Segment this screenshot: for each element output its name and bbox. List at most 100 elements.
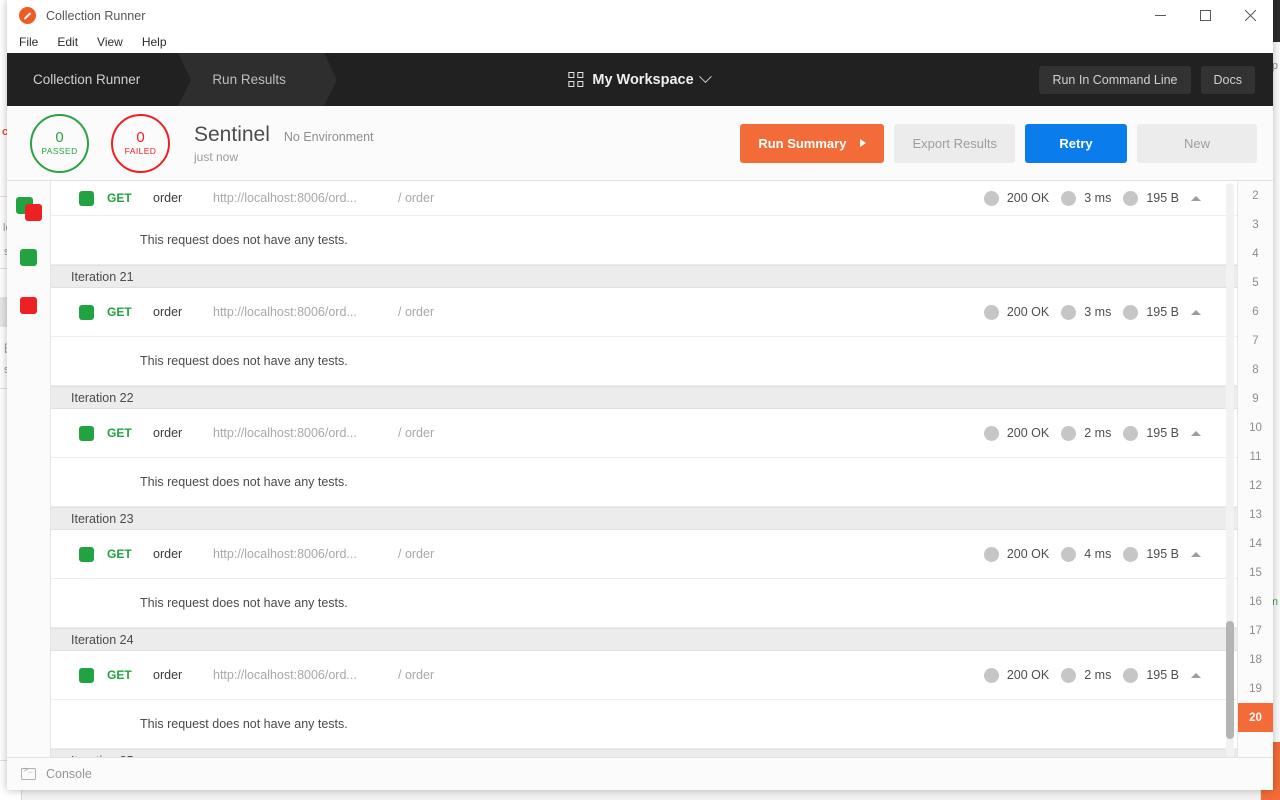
iteration-index-5[interactable]: 5	[1238, 268, 1273, 297]
body-area: GET order http://localhost:8006/ord... / or…	[7, 181, 1273, 757]
response-size: 195 B	[1123, 425, 1179, 441]
chevron-up-icon[interactable]	[1191, 309, 1201, 315]
red-square-icon	[20, 296, 37, 314]
table-row[interactable]: GET order http://localhost:8006/ord... / or…	[51, 288, 1237, 337]
window-controls	[1138, 0, 1273, 31]
retry-button[interactable]: Retry	[1025, 123, 1127, 163]
workspace-selector[interactable]: My Workspace	[568, 70, 713, 88]
iteration-index-17[interactable]: 17	[1238, 616, 1273, 645]
failed-count: 0	[136, 128, 145, 146]
chevron-up-icon[interactable]	[1191, 430, 1201, 436]
terminal-icon	[21, 767, 36, 780]
request-url: http://localhost:8006/ord...	[213, 426, 357, 440]
iteration-index-rail[interactable]: 2 3 4 5 6 7 8 9 10 11 12 13 14 15 16 17 18 19 20	[1237, 181, 1273, 757]
iteration-index-16[interactable]: 16	[1238, 587, 1273, 616]
table-row[interactable]: GET order http://localhost:8006/ord... / or…	[51, 651, 1237, 700]
iteration-index-11[interactable]: 11	[1238, 442, 1273, 471]
green-square-icon	[20, 248, 37, 266]
iteration-index-18[interactable]: 18	[1238, 645, 1273, 674]
failed-filter[interactable]	[7, 281, 50, 329]
time-dot-icon	[1061, 304, 1077, 320]
size-dot-icon	[1123, 546, 1139, 562]
request-path: / order	[398, 547, 435, 561]
status-dot-icon	[983, 425, 999, 441]
no-tests-message: This request does not have any tests.	[51, 579, 1237, 628]
iteration-index-14[interactable]: 14	[1238, 529, 1273, 558]
passed-count: 0	[55, 128, 64, 146]
chevron-up-icon[interactable]	[1191, 551, 1201, 557]
new-button[interactable]: New	[1137, 123, 1257, 163]
scrollbar-thumb[interactable]	[1226, 621, 1234, 739]
console-bar[interactable]: Console	[7, 757, 1273, 790]
response-time-text: 2 ms	[1084, 668, 1112, 682]
iteration-index-9[interactable]: 9	[1238, 384, 1273, 413]
export-results-button[interactable]: Export Results	[894, 123, 1015, 163]
status-dot-icon	[983, 546, 999, 562]
request-method: GET	[107, 426, 132, 440]
response-status: 200 OK	[983, 667, 1050, 683]
all-filter[interactable]	[7, 185, 50, 233]
size-dot-icon	[1123, 190, 1139, 206]
iteration-index-8[interactable]: 8	[1238, 355, 1273, 384]
header-actions: Run In Command Line Docs	[1039, 65, 1273, 94]
run-summary-button[interactable]: Run Summary	[740, 123, 885, 163]
time-dot-icon	[1061, 546, 1077, 562]
response-status-text: 200 OK	[1006, 191, 1050, 205]
menu-help[interactable]: Help	[142, 35, 167, 49]
request-stats: 200 OK 4 ms 195 B	[983, 546, 1237, 562]
response-size-text: 195 B	[1146, 305, 1179, 319]
menu-view[interactable]: View	[97, 35, 123, 49]
response-size-text: 195 B	[1146, 547, 1179, 561]
iteration-index-20[interactable]: 20	[1238, 703, 1273, 732]
iteration-index-3[interactable]: 3	[1238, 210, 1273, 239]
iteration-index-4[interactable]: 4	[1238, 239, 1273, 268]
iteration-index-6[interactable]: 6	[1238, 297, 1273, 326]
maximize-icon[interactable]	[1183, 0, 1228, 31]
breadcrumb-collection-runner[interactable]: Collection Runner	[7, 53, 192, 106]
chevron-up-icon[interactable]	[1191, 195, 1201, 201]
request-name: order	[153, 305, 183, 319]
results-list[interactable]: GET order http://localhost:8006/ord... / or…	[51, 181, 1237, 757]
grid-icon	[568, 72, 584, 87]
close-icon[interactable]	[1228, 0, 1273, 31]
docs-button[interactable]: Docs	[1200, 65, 1255, 94]
status-badge	[79, 546, 94, 562]
run-meta: Sentinel No Environment just now	[194, 123, 374, 164]
table-row[interactable]: GET order http://localhost:8006/ord... / or…	[51, 409, 1237, 458]
response-status: 200 OK	[983, 546, 1049, 562]
run-summary-bar: 0 PASSED 0 FAILED Sentinel No Environmen…	[7, 106, 1273, 181]
iteration-index-13[interactable]: 13	[1238, 500, 1273, 529]
results-scrollbar[interactable]	[1226, 183, 1234, 757]
request-url: http://localhost:8006/ord...	[213, 305, 357, 319]
iteration-index-2[interactable]: 2	[1238, 181, 1273, 210]
request-name: order	[153, 547, 183, 561]
iteration-index-12[interactable]: 12	[1238, 471, 1273, 500]
response-time: 3 ms	[1061, 304, 1111, 320]
run-in-command-line-button[interactable]: Run In Command Line	[1039, 65, 1191, 94]
breadcrumb-run-results[interactable]: Run Results	[178, 53, 337, 106]
window-title: Collection Runner	[46, 8, 146, 23]
status-badge	[79, 425, 94, 441]
minimize-icon[interactable]	[1138, 0, 1183, 31]
passed-filter[interactable]	[7, 233, 50, 281]
response-time: 4 ms	[1061, 546, 1111, 562]
status-badge	[79, 304, 94, 320]
chevron-up-icon[interactable]	[1191, 672, 1201, 678]
request-stats: 200 OK 3 ms 195 B	[983, 304, 1237, 320]
iteration-index-7[interactable]: 7	[1238, 326, 1273, 355]
request-path: / order	[398, 668, 435, 682]
iteration-index-19[interactable]: 19	[1238, 674, 1273, 703]
table-row[interactable]: GET order http://localhost:8006/ord... / or…	[51, 530, 1237, 579]
response-size: 195 B	[1123, 304, 1179, 320]
page-title: Sentinel	[194, 122, 270, 146]
table-row[interactable]: GET order http://localhost:8006/ord... / or…	[51, 181, 1237, 216]
request-stats: 200 OK 3 ms 195 B	[983, 190, 1237, 206]
iteration-index-15[interactable]: 15	[1238, 558, 1273, 587]
menu-file[interactable]: File	[19, 35, 38, 49]
request-name: order	[153, 191, 183, 205]
request-name: order	[153, 426, 183, 440]
iteration-index-10[interactable]: 10	[1238, 413, 1273, 442]
status-dot-icon	[983, 190, 999, 206]
response-status-text: 200 OK	[1006, 668, 1050, 682]
menu-edit[interactable]: Edit	[57, 35, 78, 49]
